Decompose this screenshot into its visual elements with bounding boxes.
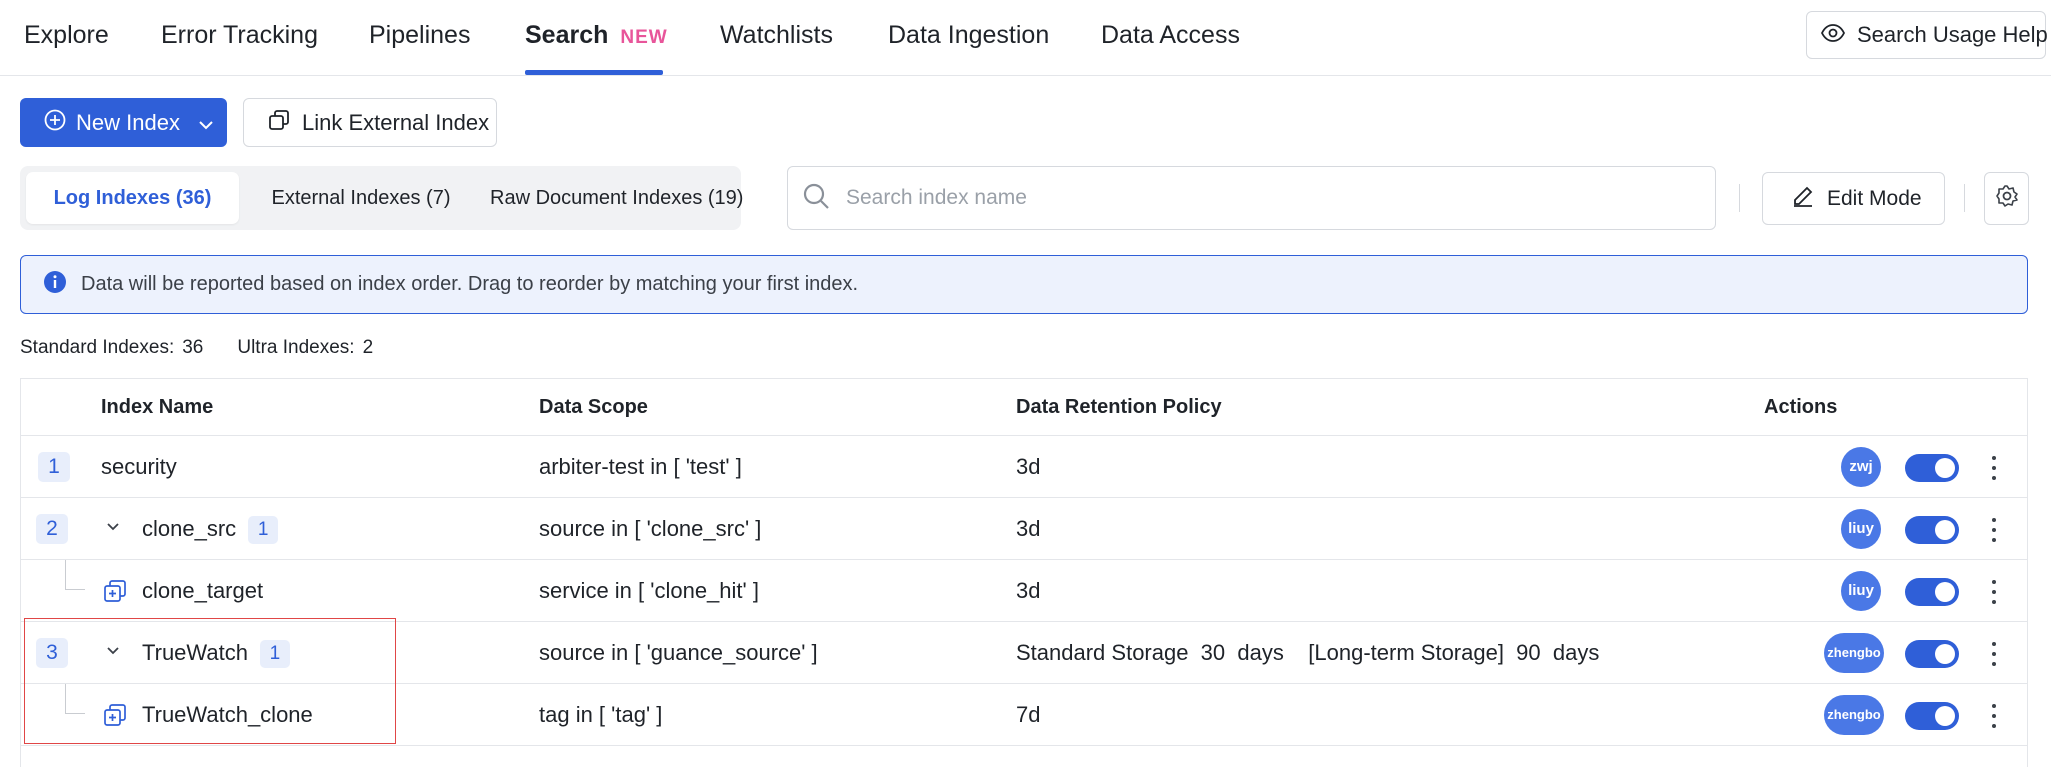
nav-error-tracking[interactable]: Error Tracking — [161, 0, 318, 76]
data-scope: source in [ 'guance_source' ] — [539, 640, 818, 665]
info-banner: Data will be reported based on index ord… — [20, 255, 2028, 314]
index-name[interactable]: clone_target — [142, 560, 263, 621]
new-index-label: New Index — [76, 109, 180, 135]
index-name-label: clone_src — [142, 516, 237, 541]
table-row[interactable]: 1 security arbiter-test in [ 'test' ] 3d… — [21, 436, 2027, 498]
retention-policy: 3d — [1016, 516, 1041, 541]
ultra-count-value: 2 — [362, 337, 374, 358]
data-scope: service in [ 'clone_hit' ] — [539, 578, 759, 603]
nav-search[interactable]: Search NEW — [525, 0, 668, 76]
header-retention: Data Retention Policy — [1016, 396, 1222, 418]
plus-circle-icon — [44, 109, 66, 137]
enable-toggle[interactable] — [1905, 516, 1959, 544]
active-tab-underline — [525, 70, 663, 75]
link-copy-icon — [268, 109, 290, 137]
avatar: liuy — [1841, 571, 1881, 611]
nav-watchlists[interactable]: Watchlists — [720, 0, 833, 76]
more-vertical-icon[interactable] — [1984, 577, 2004, 607]
enable-toggle[interactable] — [1905, 578, 1959, 606]
gear-icon — [1995, 184, 2019, 213]
top-nav: Explore Error Tracking Pipelines Search N… — [0, 0, 2051, 76]
enable-toggle[interactable] — [1905, 702, 1959, 730]
index-counts: Standard Indexes: 36 Ultra Indexes: 2 — [20, 337, 381, 359]
chevron-down-icon[interactable] — [105, 520, 121, 538]
new-index-button[interactable]: New Index — [20, 98, 227, 147]
more-vertical-icon[interactable] — [1984, 639, 2004, 669]
info-icon — [43, 270, 67, 300]
data-scope: tag in [ 'tag' ] — [539, 702, 663, 727]
edit-mode-label: Edit Mode — [1827, 186, 1922, 210]
retention-policy: Standard Storage 30 days [Long-term Stor… — [1016, 640, 1600, 665]
nav-pipelines[interactable]: Pipelines — [369, 0, 470, 76]
standard-count-label: Standard Indexes: — [20, 337, 175, 358]
child-count-badge: 1 — [248, 516, 279, 545]
chevron-down-icon — [198, 110, 214, 136]
eye-icon — [1820, 22, 1846, 48]
avatar: zhengbo — [1824, 633, 1884, 673]
edit-mode-button[interactable]: Edit Mode — [1762, 172, 1945, 225]
nav-search-label: Search — [525, 21, 609, 49]
ultra-count-label: Ultra Indexes: — [237, 337, 355, 358]
nav-data-ingestion[interactable]: Data Ingestion — [888, 0, 1049, 76]
more-vertical-icon[interactable] — [1984, 515, 2004, 545]
table-row[interactable]: clone_target service in [ 'clone_hit' ] … — [21, 560, 2027, 622]
divider — [1964, 184, 1965, 212]
retention-policy: 3d — [1016, 454, 1041, 479]
help-label: Search Usage Help — [1857, 22, 2048, 47]
pencil-icon — [1791, 184, 1815, 214]
tab-raw-document-indexes[interactable]: Raw Document Indexes (19) — [490, 172, 743, 224]
avatar: liuy — [1841, 509, 1881, 549]
index-name[interactable]: clone_src 1 — [142, 498, 279, 559]
search-icon — [802, 182, 830, 215]
highlight-box — [24, 618, 396, 744]
order-badge: 1 — [38, 452, 70, 482]
nav-explore[interactable]: Explore — [24, 0, 109, 76]
index-type-tabs: Log Indexes (36) External Indexes (7) Ra… — [20, 166, 743, 230]
retention-policy: 7d — [1016, 702, 1041, 727]
new-tag: NEW — [620, 27, 668, 48]
index-name[interactable]: security — [101, 436, 177, 497]
avatar: zhengbo — [1824, 695, 1884, 735]
enable-toggle[interactable] — [1905, 640, 1959, 668]
clone-icon — [103, 579, 127, 608]
settings-button[interactable] — [1984, 172, 2029, 225]
enable-toggle[interactable] — [1905, 454, 1959, 482]
divider — [1739, 184, 1740, 212]
avatar: zwj — [1841, 447, 1881, 487]
search-input[interactable] — [846, 186, 1646, 210]
header-index-name: Index Name — [101, 396, 214, 418]
search-box — [787, 166, 1716, 230]
retention-policy: 3d — [1016, 578, 1041, 603]
data-scope: source in [ 'clone_src' ] — [539, 516, 762, 541]
table-row[interactable]: 2 clone_src 1 source in [ 'clone_src' ] 3… — [21, 498, 2027, 560]
data-scope: arbiter-test in [ 'test' ] — [539, 454, 742, 479]
more-vertical-icon[interactable] — [1984, 453, 2004, 483]
table-header: Index Name Data Scope Data Retention Pol… — [21, 379, 2027, 436]
info-text: Data will be reported based on index ord… — [81, 273, 859, 295]
tab-log-indexes[interactable]: Log Indexes (36) — [26, 172, 239, 224]
search-usage-help-button[interactable]: Search Usage Help — [1806, 11, 2048, 59]
link-external-index-button[interactable]: Link External Index — [243, 98, 497, 147]
tab-external-indexes[interactable]: External Indexes (7) — [252, 172, 470, 224]
header-actions: Actions — [1764, 396, 1838, 418]
tree-connector — [65, 560, 85, 590]
standard-count-value: 36 — [182, 337, 204, 358]
link-external-label: Link External Index — [302, 109, 490, 135]
more-vertical-icon[interactable] — [1984, 701, 2004, 731]
nav-data-access[interactable]: Data Access — [1101, 0, 1240, 76]
header-data-scope: Data Scope — [539, 396, 648, 418]
order-badge: 2 — [36, 514, 68, 544]
